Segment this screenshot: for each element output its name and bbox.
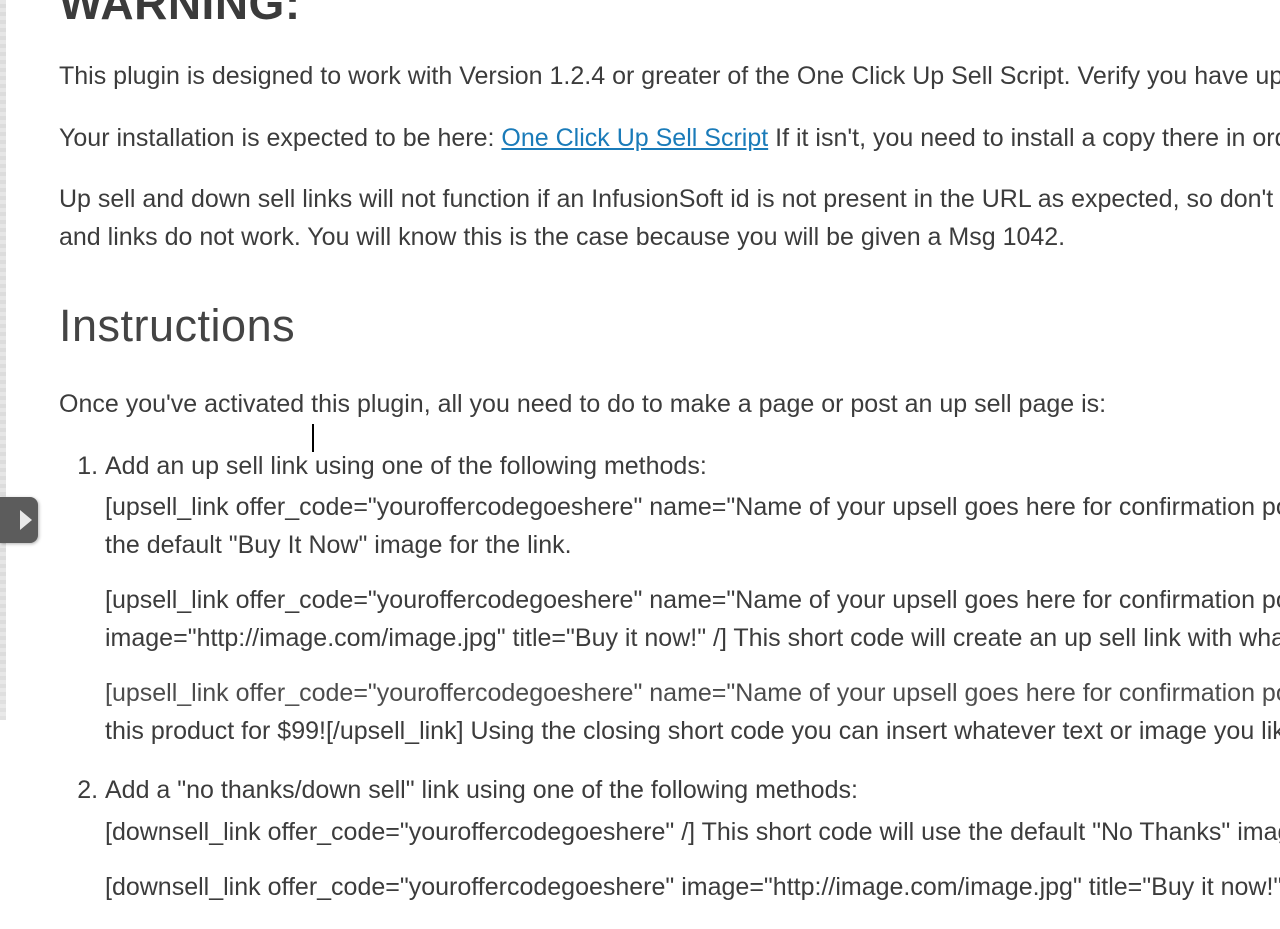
install-location-text: Your installation is expected to be here… [59, 120, 1280, 158]
shortcode-block: [upsell_link offer_code="youroffercodego… [105, 582, 1280, 620]
collapsed-side-tab[interactable] [0, 497, 38, 543]
text-cursor-icon [312, 424, 314, 452]
install-suffix: If it isn't, you need to install a copy … [768, 124, 1280, 152]
step-1-lead: Add an up sell link using one of the fol… [105, 448, 1280, 486]
instructions-intro: Once you've activated this plugin, all y… [59, 386, 1280, 424]
left-edge-texture [0, 0, 6, 720]
script-link[interactable]: One Click Up Sell Script [501, 124, 768, 152]
shortcode-block: [upsell_link offer_code="youroffercodego… [105, 489, 1280, 527]
document-body: WARNING: This plugin is designed to work… [59, 0, 1280, 929]
step-2-lead: Add a "no thanks/down sell" link using o… [105, 772, 1280, 810]
shortcode-block: [downsell_link offer_code="youroffercode… [105, 814, 1280, 852]
bottom-fade [0, 660, 1280, 720]
warning-version-text: This plugin is designed to work with Ver… [59, 58, 1280, 96]
shortcode-block: [downsell_link offer_code="youroffercode… [105, 869, 1280, 907]
warning-heading: WARNING: [59, 0, 1280, 30]
install-prefix: Your installation is expected to be here… [59, 124, 501, 152]
shortcode-block: image="http://image.com/image.jpg" title… [105, 620, 1280, 658]
infusionsoft-warning-l2: and links do not work. You will know thi… [59, 219, 1280, 257]
infusionsoft-warning-l1: Up sell and down sell links will not fun… [59, 181, 1280, 219]
shortcode-block: the default "Buy It Now" image for the l… [105, 527, 1280, 565]
instructions-heading: Instructions [59, 300, 1280, 352]
list-item: Add a "no thanks/down sell" link using o… [105, 772, 1280, 907]
